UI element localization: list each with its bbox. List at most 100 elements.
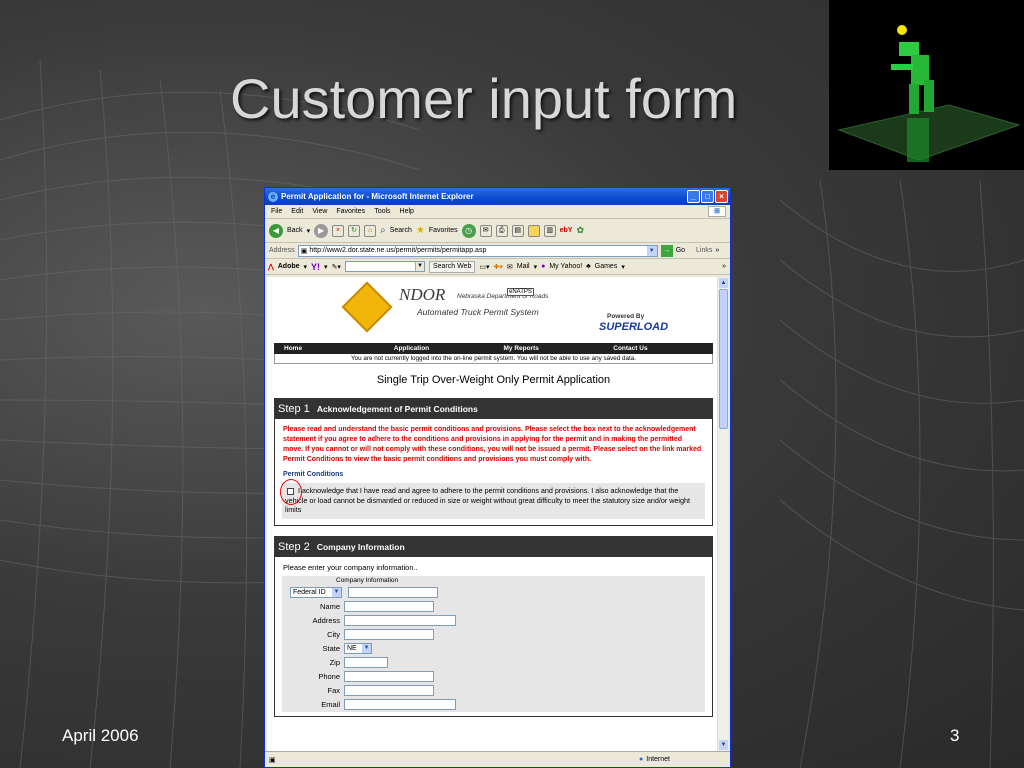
menu-file[interactable]: File bbox=[271, 208, 282, 215]
menu-bar: File Edit View Favorites Tools Help ⊞ bbox=[265, 205, 730, 219]
acknowledgement-box: I acknowledge that I have read and agree… bbox=[280, 479, 705, 519]
my-yahoo-icon[interactable]: ● bbox=[541, 263, 545, 270]
history-icon[interactable]: ◷ bbox=[461, 223, 476, 238]
address-field-input[interactable] bbox=[344, 614, 456, 626]
state-label: State bbox=[322, 643, 340, 653]
back-arrow-icon[interactable]: ◀ bbox=[269, 223, 283, 238]
games-icon[interactable]: ♣ bbox=[586, 263, 591, 270]
state-dropdown-icon[interactable]: ▼ bbox=[362, 643, 371, 653]
favorites-button[interactable]: Favorites bbox=[429, 227, 458, 234]
window-titlebar: e Permit Application for - Microsoft Int… bbox=[265, 188, 730, 205]
mail-envelope-icon[interactable]: ✉ bbox=[507, 263, 513, 271]
links-button[interactable]: Links bbox=[696, 247, 712, 254]
superload-logo: SUPERLOAD bbox=[599, 321, 669, 333]
yahoo-search-input[interactable]: ▼ bbox=[344, 261, 425, 272]
yahoo-dropdown-icon[interactable]: ▾ bbox=[324, 263, 328, 271]
yahoo-logo-icon[interactable]: Y! bbox=[311, 262, 320, 272]
scroll-up-icon[interactable]: ▲ bbox=[719, 278, 728, 288]
nav-home[interactable]: Home bbox=[274, 345, 384, 352]
id-type-dropdown-icon[interactable]: ▼ bbox=[332, 587, 341, 597]
search-icon[interactable]: ⌕ bbox=[380, 225, 386, 236]
fax-input[interactable] bbox=[344, 684, 434, 696]
scroll-thumb[interactable] bbox=[719, 289, 728, 429]
chevron-right-icon[interactable]: » bbox=[715, 247, 719, 254]
my-yahoo-button[interactable]: My Yahoo! bbox=[549, 263, 582, 270]
adobe-button[interactable]: Adobe bbox=[278, 263, 300, 270]
mail-dropdown-icon[interactable]: ▾ bbox=[534, 263, 538, 271]
minimize-button[interactable]: _ bbox=[687, 190, 700, 203]
zip-input[interactable] bbox=[344, 656, 388, 668]
state-row: State NE ▼ bbox=[282, 642, 372, 654]
back-dropdown-icon[interactable]: ▾ bbox=[307, 227, 311, 235]
vertical-scrollbar[interactable]: ▲ ▼ bbox=[717, 277, 728, 751]
games-dropdown-icon[interactable]: ▾ bbox=[621, 263, 625, 271]
nav-my-reports[interactable]: My Reports bbox=[494, 345, 604, 352]
company-form: Company Information Federal ID ▼ Name Ad… bbox=[282, 576, 705, 712]
forward-arrow-icon[interactable]: ▶ bbox=[314, 223, 329, 238]
scroll-down-icon[interactable]: ▼ bbox=[719, 740, 728, 750]
zip-row: Zip bbox=[282, 656, 388, 668]
federal-id-input[interactable] bbox=[348, 586, 438, 598]
search-web-button[interactable]: Search Web bbox=[428, 260, 476, 273]
menu-favorites[interactable]: Favorites bbox=[336, 208, 365, 215]
close-button[interactable]: × bbox=[715, 190, 728, 203]
site-nav: Home Application My Reports Contact Us bbox=[274, 343, 713, 354]
toolbar-chevron-icon[interactable]: » bbox=[722, 263, 726, 270]
pencil-icon[interactable]: ✎▾ bbox=[332, 263, 341, 271]
menu-view[interactable]: View bbox=[312, 208, 327, 215]
messenger-icon[interactable]: ✿ bbox=[576, 225, 584, 236]
address-input[interactable]: ▣ http://www2.dor.state.ne.us/permit/per… bbox=[297, 244, 658, 257]
phone-input[interactable] bbox=[344, 670, 434, 682]
mail-icon[interactable]: ✉ bbox=[479, 224, 492, 237]
state-select[interactable]: NE ▼ bbox=[344, 642, 372, 654]
fax-row: Fax bbox=[282, 684, 434, 696]
ndor-header: NDOR Nebraska Department of Roads eNATPS… bbox=[267, 277, 720, 343]
adobe-logo-icon: ⋀ bbox=[268, 263, 274, 271]
dinosaur-animation-image bbox=[829, 0, 1024, 170]
go-arrow-icon[interactable]: → bbox=[660, 244, 673, 257]
company-form-heading: Company Information bbox=[336, 577, 399, 584]
step2-intro: Please enter your company information.. bbox=[283, 563, 418, 572]
research-icon[interactable]: ▥ bbox=[543, 224, 556, 237]
adobe-dropdown-icon[interactable]: ▾ bbox=[304, 263, 308, 271]
id-type-select[interactable]: Federal ID ▼ bbox=[290, 586, 342, 598]
nav-contact-us[interactable]: Contact Us bbox=[603, 345, 713, 352]
menu-edit[interactable]: Edit bbox=[291, 208, 303, 215]
step2-number: Step 2 bbox=[278, 541, 310, 553]
discuss-icon[interactable] bbox=[527, 224, 540, 237]
highlight-icon[interactable]: ✚▾ bbox=[493, 263, 502, 271]
login-notice: You are not currently logged into the on… bbox=[274, 354, 713, 364]
stop-icon[interactable]: × bbox=[332, 224, 345, 237]
refresh-icon[interactable]: ↻ bbox=[348, 224, 361, 237]
step2-header: Step 2 Company Information bbox=[275, 537, 712, 557]
go-button[interactable]: Go bbox=[676, 247, 685, 254]
id-type-value: Federal ID bbox=[293, 588, 326, 596]
step2-label: Company Information bbox=[316, 542, 405, 552]
mail-button[interactable]: Mail bbox=[517, 263, 530, 270]
yahoo-search-dropdown-icon[interactable]: ▼ bbox=[414, 262, 424, 271]
print-icon[interactable]: ⎙ bbox=[495, 224, 508, 237]
step1-warning: Please read and understand the basic per… bbox=[283, 426, 702, 463]
slide-date: April 2006 bbox=[62, 726, 139, 745]
edit-icon[interactable]: ▤ bbox=[511, 224, 524, 237]
menu-help[interactable]: Help bbox=[400, 208, 414, 215]
email-input[interactable] bbox=[344, 698, 456, 710]
window-title: Permit Application for - Microsoft Inter… bbox=[281, 192, 474, 201]
nav-application[interactable]: Application bbox=[384, 345, 494, 352]
permit-conditions-link[interactable]: Permit Conditions bbox=[275, 465, 712, 480]
address-url: http://www2.dor.state.ne.us/permit/permi… bbox=[309, 247, 487, 254]
games-button[interactable]: Games bbox=[595, 263, 618, 270]
bookmark-icon[interactable]: ▭▾ bbox=[479, 263, 489, 271]
city-input[interactable] bbox=[344, 628, 434, 640]
name-input[interactable] bbox=[344, 600, 434, 612]
search-button[interactable]: Search bbox=[390, 227, 412, 234]
step1-section: Step 1 Acknowledgement of Permit Conditi… bbox=[274, 398, 713, 526]
favorites-star-icon[interactable]: ★ bbox=[416, 225, 425, 236]
address-dropdown-icon[interactable]: ▼ bbox=[646, 245, 657, 256]
maximize-button[interactable]: □ bbox=[701, 190, 714, 203]
ebay-icon[interactable]: ebY bbox=[560, 227, 573, 234]
menu-tools[interactable]: Tools bbox=[374, 208, 390, 215]
back-button[interactable]: Back bbox=[287, 227, 303, 234]
adobe-yahoo-toolbar: ⋀ Adobe ▾ Y! ▾ ✎▾ ▼ Search Web ▭▾ ✚▾ ✉ M… bbox=[265, 259, 730, 275]
home-icon[interactable]: ⌂ bbox=[364, 224, 377, 237]
